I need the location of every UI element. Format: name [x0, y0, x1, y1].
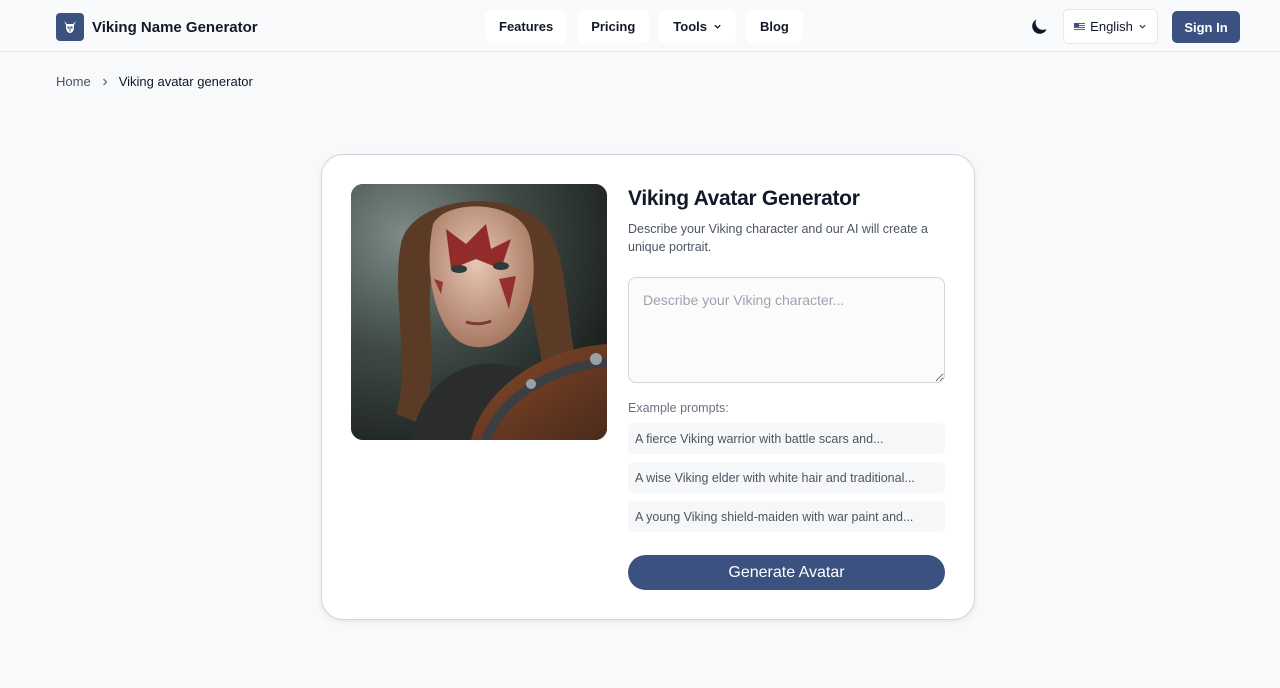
- brand-logo[interactable]: Viking Name Generator: [56, 13, 258, 41]
- breadcrumb-current: Viking avatar generator: [118, 74, 253, 89]
- nav-features-label: Features: [499, 19, 554, 34]
- viking-helmet-icon: [56, 13, 84, 41]
- nav-pricing[interactable]: Pricing: [577, 10, 650, 43]
- brand-name: Viking Name Generator: [92, 18, 258, 36]
- example-prompt-1[interactable]: A fierce Viking warrior with battle scar…: [628, 423, 945, 454]
- character-description-input[interactable]: [628, 277, 945, 383]
- theme-toggle-button[interactable]: [1028, 15, 1050, 37]
- breadcrumb: Home Viking avatar generator: [56, 74, 253, 89]
- language-label: English: [1090, 19, 1133, 34]
- example-prompt-3[interactable]: A young Viking shield-maiden with war pa…: [628, 501, 945, 532]
- chevron-right-icon: [102, 78, 108, 85]
- language-selector[interactable]: English: [1063, 9, 1158, 44]
- example-prompt-2[interactable]: A wise Viking elder with white hair and …: [628, 462, 945, 493]
- nav-pricing-label: Pricing: [591, 19, 636, 34]
- avatar-generator-card: Viking Avatar Generator Describe your Vi…: [321, 154, 975, 620]
- chevron-down-icon: [714, 24, 721, 29]
- moon-icon: [1031, 18, 1047, 34]
- sign-in-button[interactable]: Sign In: [1172, 11, 1240, 43]
- generate-avatar-button[interactable]: Generate Avatar: [628, 555, 945, 590]
- card-title: Viking Avatar Generator: [628, 187, 860, 210]
- nav-tools-label: Tools: [673, 19, 707, 34]
- example-prompts-label: Example prompts:: [628, 401, 729, 415]
- main-nav: Features Pricing Tools Blog: [485, 10, 803, 43]
- nav-blog-label: Blog: [759, 19, 789, 34]
- nav-features[interactable]: Features: [485, 10, 568, 43]
- top-header: Viking Name Generator Features Pricing T…: [0, 0, 1280, 52]
- nav-blog[interactable]: Blog: [745, 10, 803, 43]
- nav-tools-dropdown[interactable]: Tools: [659, 10, 736, 43]
- avatar-preview-image: [351, 184, 607, 440]
- chevron-down-icon: [1139, 24, 1146, 29]
- card-subtitle: Describe your Viking character and our A…: [628, 222, 928, 254]
- breadcrumb-home-link[interactable]: Home: [56, 74, 91, 89]
- us-flag-icon: [1074, 22, 1086, 31]
